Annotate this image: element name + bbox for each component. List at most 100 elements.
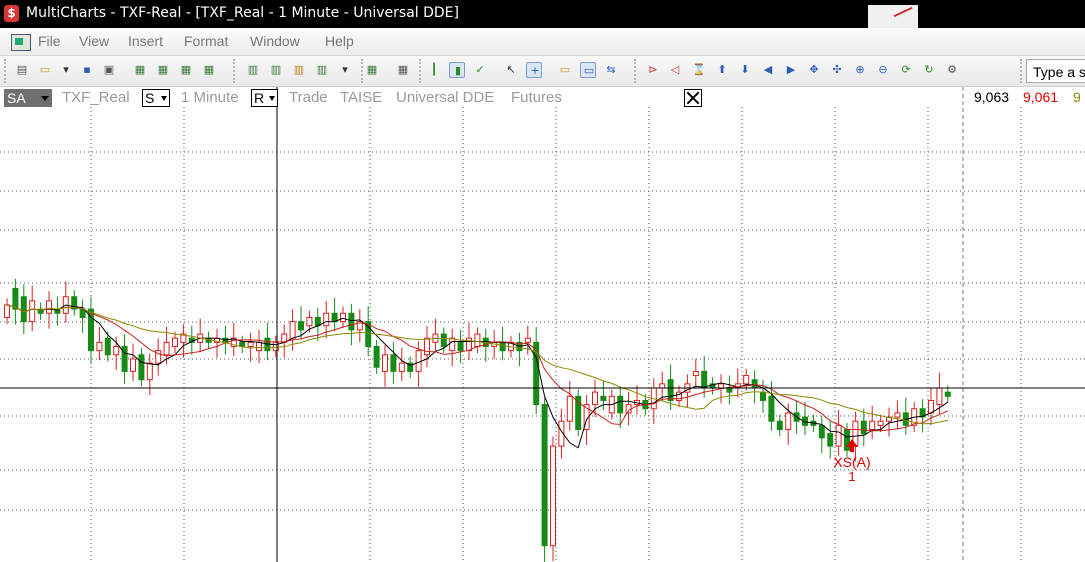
zoom-out-icon[interactable]: ⊖: [875, 62, 891, 78]
dropdown-icon[interactable]: ▾: [337, 62, 353, 78]
session-button[interactable]: SA: [4, 89, 52, 107]
new-icon[interactable]: ▤: [14, 62, 30, 78]
candle-body: [424, 337, 430, 356]
help-search-input[interactable]: Type a s: [1026, 59, 1085, 83]
scroll-left-icon[interactable]: ◀: [760, 62, 776, 78]
window-3-icon[interactable]: ▦: [178, 62, 194, 78]
category-label: Futures: [511, 89, 562, 106]
candle-body: [659, 383, 666, 389]
candle-body: [415, 350, 422, 372]
candle-body: [869, 420, 876, 431]
candle-body: [860, 420, 867, 435]
drawing-icon[interactable]: ▭: [580, 62, 596, 78]
toolbar-separator: [233, 59, 235, 83]
open-icon[interactable]: ▭: [37, 62, 53, 78]
zoom-out-icon-glyph: ⊖: [878, 63, 888, 76]
quote-icon[interactable]: ▥: [268, 62, 284, 78]
candle-body: [751, 379, 758, 389]
candle-body: [692, 370, 699, 377]
candle-body: [146, 362, 153, 381]
dom-icon[interactable]: ▥: [314, 62, 330, 78]
drawing-icon-glyph: ▭: [583, 64, 595, 77]
pointer-icon[interactable]: ↖: [503, 62, 519, 78]
candle-body: [499, 341, 506, 352]
chart-status-row: SA TXF_Real S 1 Minute R Trade TAISE Uni…: [0, 88, 1081, 108]
zoom-in-icon-glyph: ⊕: [855, 63, 865, 76]
window-2-icon[interactable]: ▦: [155, 62, 171, 78]
candle-body: [247, 341, 254, 348]
interval-label: 1 Minute: [181, 89, 239, 106]
toolbar-separator: [1020, 59, 1022, 83]
menu-view[interactable]: View: [79, 33, 109, 49]
open-dropdown-icon[interactable]: ▾: [58, 62, 74, 78]
candle-body: [29, 300, 36, 323]
candle-body: [524, 337, 531, 343]
trade-label: Trade: [289, 89, 328, 106]
menu-help[interactable]: Help: [325, 33, 354, 49]
portfolio-icon[interactable]: ▦: [364, 62, 380, 78]
candle-icon[interactable]: ▮: [449, 62, 465, 78]
settings-icon-glyph: ⚙: [947, 63, 957, 76]
document-icon[interactable]: [11, 34, 31, 51]
up-arrow-icon[interactable]: ⬆: [714, 62, 730, 78]
candle-body: [785, 412, 792, 430]
candle-body: [20, 296, 27, 323]
candle-body: [4, 304, 10, 318]
menu-format[interactable]: Format: [184, 33, 228, 49]
check-icon[interactable]: ✓: [472, 62, 488, 78]
candle-body: [474, 333, 481, 348]
cross-icon-glyph: ✣: [832, 63, 842, 76]
print-icon[interactable]: ▣: [101, 62, 117, 78]
window-4-icon-glyph: ▦: [203, 63, 215, 76]
price-chart[interactable]: XS(A)1: [0, 87, 1085, 562]
down-arrow-icon[interactable]: ⬇: [737, 62, 753, 78]
window-4-icon[interactable]: ▦: [201, 62, 217, 78]
candle-body: [818, 424, 825, 439]
window-3-icon-glyph: ▦: [180, 63, 192, 76]
candle-body: [390, 354, 397, 372]
dom-icon-glyph: ▥: [316, 63, 328, 76]
candle-body: [550, 445, 556, 547]
candle-body: [566, 395, 573, 422]
menu-insert[interactable]: Insert: [128, 33, 163, 49]
prev-bar-icon[interactable]: ◁: [667, 62, 683, 78]
grid-icon[interactable]: ▦: [395, 62, 411, 78]
candle-body: [449, 337, 456, 352]
multicharts-logo-icon[interactable]: $: [4, 5, 19, 22]
taskbar-thumbnail: [868, 5, 918, 28]
save-icon[interactable]: ▪: [79, 62, 95, 78]
zoom-range-icon[interactable]: ⌛: [691, 62, 707, 78]
open-dropdown-icon-glyph: ▾: [63, 63, 69, 76]
first-bar-icon-glyph: ⊳: [648, 63, 658, 76]
zoom-in-icon[interactable]: ⊕: [852, 62, 868, 78]
refresh-icon[interactable]: ⟳: [898, 62, 914, 78]
candle-body: [348, 312, 355, 331]
chart-window[interactable]: XS(A) 1: [0, 87, 1085, 562]
candle-body: [138, 354, 145, 381]
bar-icon[interactable]: ┃: [426, 62, 442, 78]
cross-icon[interactable]: ✣: [829, 62, 845, 78]
settings-icon[interactable]: ⚙: [944, 62, 960, 78]
scroll-right-icon[interactable]: ▶: [783, 62, 799, 78]
candle-body: [163, 341, 170, 356]
comment-icon[interactable]: ▭: [557, 62, 573, 78]
range-dropdown[interactable]: R: [251, 89, 278, 107]
scanner-icon[interactable]: ▥: [291, 62, 307, 78]
link-icon[interactable]: ⇆: [603, 62, 619, 78]
chart-icon[interactable]: ▥: [245, 62, 261, 78]
style-dropdown[interactable]: S: [142, 89, 170, 107]
candle-body: [726, 387, 733, 393]
scale-icon[interactable]: ✥: [806, 62, 822, 78]
reload-icon[interactable]: ↻: [921, 62, 937, 78]
candle-body: [592, 391, 598, 406]
first-bar-icon[interactable]: ⊳: [645, 62, 661, 78]
window-1-icon[interactable]: ▦: [132, 62, 148, 78]
menu-window[interactable]: Window: [250, 33, 300, 49]
chart-icon-glyph: ▥: [247, 63, 259, 76]
candle-body: [936, 387, 943, 406]
candle-body: [373, 346, 380, 368]
close-status-icon[interactable]: [684, 89, 702, 107]
menu-file[interactable]: File: [38, 33, 61, 49]
toolbar-separator: [634, 59, 636, 83]
crosshair-icon[interactable]: +: [526, 62, 542, 78]
